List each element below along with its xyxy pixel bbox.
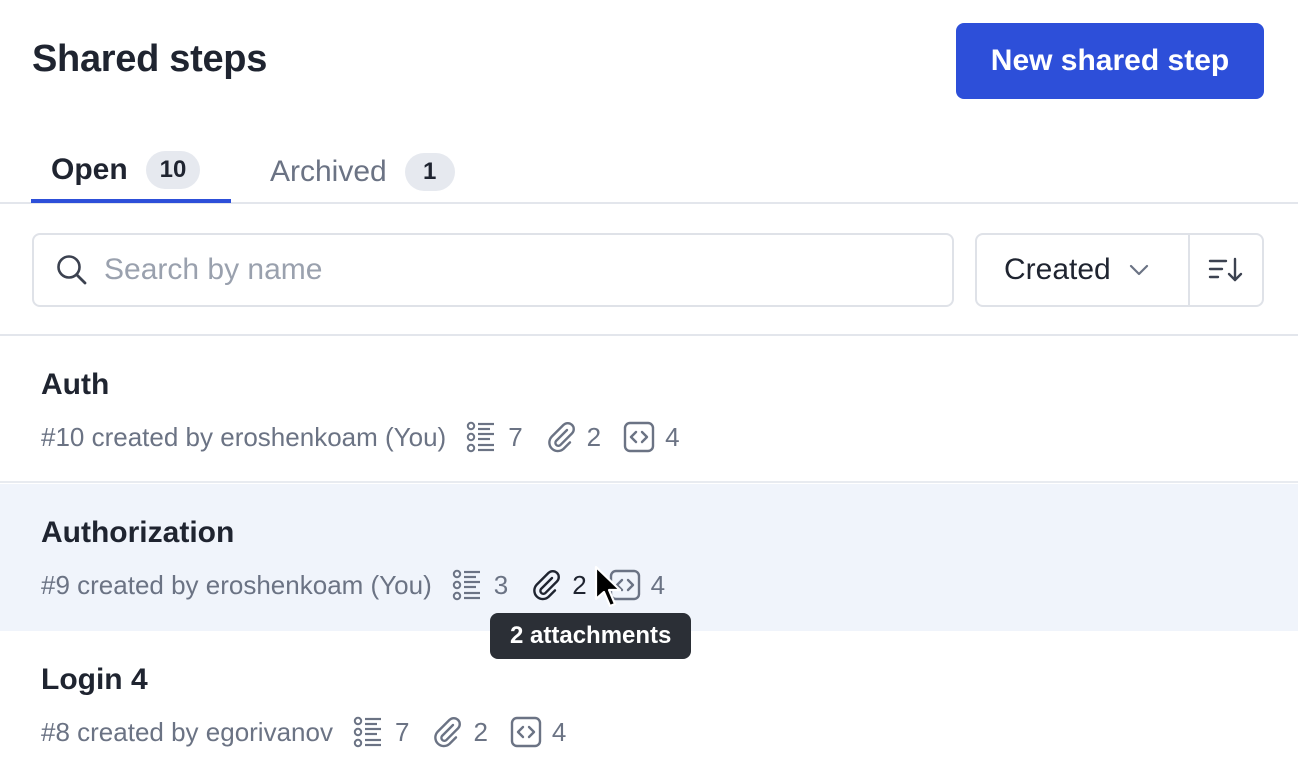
item-meta-text: #8 created by egorivanov — [41, 716, 333, 747]
attachments-value: 2 — [473, 716, 488, 747]
steps-list-icon — [353, 716, 381, 748]
sort-field-select[interactable]: Created — [977, 235, 1190, 305]
chevron-down-icon — [1129, 264, 1148, 276]
item-name: Authorization — [41, 516, 235, 549]
steps-count: 7 — [466, 421, 523, 453]
paperclip-icon — [434, 717, 462, 748]
paperclip-icon — [547, 422, 575, 453]
tab-count-badge: 1 — [404, 153, 455, 191]
sort-descending-icon — [1208, 257, 1243, 282]
attachments-tooltip: 2 attachments — [490, 613, 692, 659]
code-value: 4 — [551, 716, 567, 747]
new-shared-step-button[interactable]: New shared step — [956, 23, 1264, 99]
tab-archived[interactable]: Archived 1 — [250, 140, 475, 204]
item-name: Login 4 — [41, 663, 148, 696]
code-brackets-icon — [623, 421, 655, 453]
steps-count: 7 — [353, 716, 409, 748]
code-value: 4 — [665, 421, 680, 452]
item-name: Auth — [41, 368, 110, 401]
tab-label: Open — [51, 152, 128, 186]
mouse-pointer-icon — [594, 565, 622, 608]
steps-list-icon — [452, 569, 480, 601]
steps-value: 7 — [508, 421, 523, 452]
item-meta-text: #9 created by eroshenkoam (You) — [41, 569, 432, 600]
item-meta-text: #10 created by eroshenkoam (You) — [41, 421, 447, 452]
tab-count-badge: 10 — [145, 150, 201, 189]
steps-value: 3 — [493, 569, 509, 600]
search-icon — [57, 255, 87, 285]
attachments-count[interactable]: 2 — [530, 569, 587, 601]
steps-value: 7 — [394, 716, 410, 747]
item-meta: #8 created by egorivanov 7 2 4 — [41, 716, 566, 748]
item-meta: #10 created by eroshenkoam (You) 7 2 4 — [41, 421, 680, 453]
attachments-count[interactable]: 2 — [431, 716, 488, 748]
code-count: 4 — [623, 421, 680, 453]
search-box[interactable] — [32, 233, 954, 307]
list-item[interactable]: Auth #10 created by eroshenkoam (You) 7 … — [0, 336, 1298, 483]
sort-controls: Created — [975, 233, 1264, 307]
attachments-value: 2 — [586, 421, 602, 452]
sort-direction-button[interactable] — [1190, 235, 1262, 305]
steps-count: 3 — [452, 569, 508, 601]
code-value: 4 — [650, 569, 666, 600]
tab-label: Archived — [270, 155, 387, 188]
code-count: 4 — [510, 716, 566, 748]
search-input[interactable] — [104, 253, 924, 287]
attachments-value: 2 — [572, 569, 587, 600]
paperclip-icon — [533, 570, 561, 601]
page-title: Shared steps — [32, 38, 268, 80]
tab-open[interactable]: Open 10 — [31, 140, 231, 203]
code-brackets-icon — [510, 716, 542, 748]
steps-list-icon — [466, 421, 495, 453]
attachments-count[interactable]: 2 — [545, 421, 601, 453]
list-item[interactable]: Authorization #9 created by eroshenkoam … — [0, 484, 1298, 631]
item-meta: #9 created by eroshenkoam (You) 3 2 4 — [41, 569, 666, 601]
tab-bar: Open 10 Archived 1 — [0, 140, 1298, 204]
sort-field-label: Created — [1004, 253, 1111, 286]
